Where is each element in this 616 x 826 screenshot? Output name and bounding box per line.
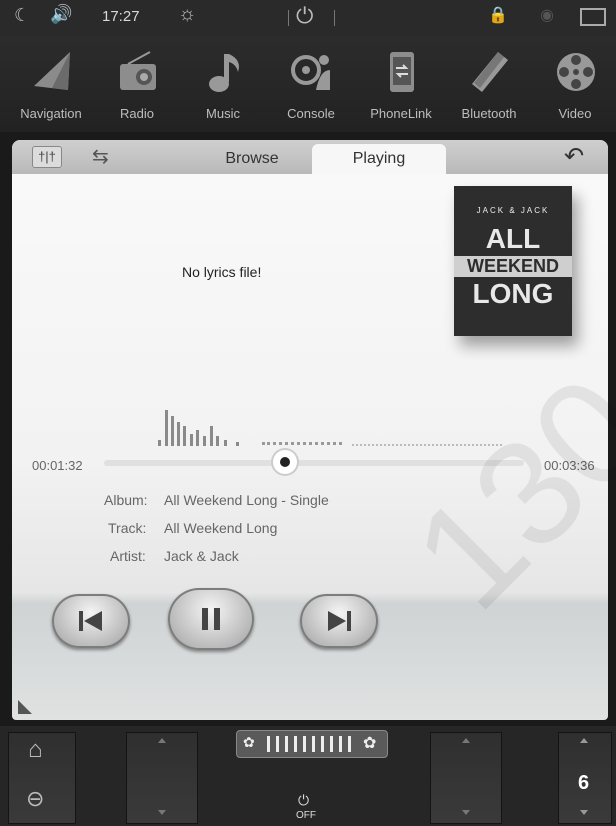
bluetooth-icon xyxy=(472,52,508,92)
moon-icon: ☾ xyxy=(14,5,31,25)
up-arrow-icon[interactable] xyxy=(158,738,166,743)
app-label: Navigation xyxy=(20,106,82,121)
previous-icon xyxy=(79,611,102,631)
divider-left xyxy=(288,10,289,26)
console-icon xyxy=(291,55,330,90)
power-icon[interactable]: ⏻ xyxy=(296,3,313,29)
radio-icon xyxy=(120,51,156,90)
artist-label: Artist: xyxy=(110,548,146,564)
phonelink-icon xyxy=(390,52,414,92)
power-off-icon[interactable]: ⏻ xyxy=(298,792,309,809)
music-icon xyxy=(209,54,239,92)
app-radio[interactable]: Radio xyxy=(94,44,180,130)
app-label: Radio xyxy=(120,106,154,121)
down-arrow-icon[interactable] xyxy=(462,810,470,815)
audio-visualizer xyxy=(12,140,608,460)
lock-icon: 🔒 xyxy=(488,7,508,24)
app-console[interactable]: Console xyxy=(268,44,354,130)
status-bar: ☾ 🔊 17:27 ☼ ⏻ 🔒 ◉ xyxy=(0,0,616,36)
previous-button[interactable] xyxy=(52,594,130,648)
clock: 17:27 xyxy=(102,8,140,25)
fan-speed-indicator[interactable]: ✿ ✿ xyxy=(236,730,388,758)
app-bluetooth[interactable]: Bluetooth xyxy=(446,44,532,130)
app-label: Video xyxy=(558,106,592,121)
app-video[interactable]: Video xyxy=(532,44,616,130)
corner-resize-icon xyxy=(18,700,32,714)
seek-knob[interactable] xyxy=(272,450,297,474)
next-icon xyxy=(328,611,351,631)
track-label: Track: xyxy=(108,520,147,536)
wifi-icon: ◉ xyxy=(540,7,554,24)
next-button[interactable] xyxy=(300,594,378,648)
app-label: PhoneLink xyxy=(370,106,432,121)
window-icon[interactable] xyxy=(580,8,606,26)
album-value: All Weekend Long - Single xyxy=(164,492,329,508)
music-player-panel: †|† ⇆ Browse Playing ↶ No lyrics file! J… xyxy=(12,140,608,720)
down-arrow-icon[interactable] xyxy=(158,810,166,815)
up-arrow-icon[interactable] xyxy=(580,738,588,743)
app-label: Music xyxy=(206,106,240,121)
elapsed-time: 00:01:32 xyxy=(32,458,83,473)
app-navigation[interactable]: Navigation xyxy=(8,44,94,130)
brightness-icon[interactable]: ☼ xyxy=(178,3,196,26)
app-bar: Navigation Radio Music Console PhoneLink… xyxy=(0,36,616,132)
pause-icon xyxy=(202,608,220,630)
seek-bar[interactable] xyxy=(104,460,524,466)
navigation-icon xyxy=(34,52,70,90)
artist-value: Jack & Jack xyxy=(164,548,239,564)
volume-icon[interactable]: 🔊 xyxy=(50,4,72,25)
up-arrow-icon[interactable] xyxy=(462,738,470,743)
video-icon xyxy=(557,53,595,91)
down-arrow-icon[interactable] xyxy=(580,810,588,815)
divider-right xyxy=(334,10,335,26)
app-label: Console xyxy=(287,106,335,121)
bottom-control-bar: ⌂ ⊖ ✿ ✿ ⏻ OFF 6 xyxy=(0,726,616,826)
track-value: All Weekend Long xyxy=(164,520,278,536)
pause-button[interactable] xyxy=(168,588,254,650)
app-label: Bluetooth xyxy=(461,106,517,121)
fan-high-icon: ✿ xyxy=(363,735,377,752)
off-label: OFF xyxy=(296,810,316,821)
total-time: 00:03:36 xyxy=(544,458,595,473)
back-circle-icon[interactable]: ⊖ xyxy=(26,786,44,812)
album-label: Album: xyxy=(104,492,148,508)
app-music[interactable]: Music xyxy=(180,44,266,130)
temp-value: 6 xyxy=(578,772,590,794)
home-icon[interactable]: ⌂ xyxy=(28,736,43,764)
fan-low-icon: ✿ xyxy=(243,734,255,750)
app-phonelink[interactable]: PhoneLink xyxy=(358,44,444,130)
